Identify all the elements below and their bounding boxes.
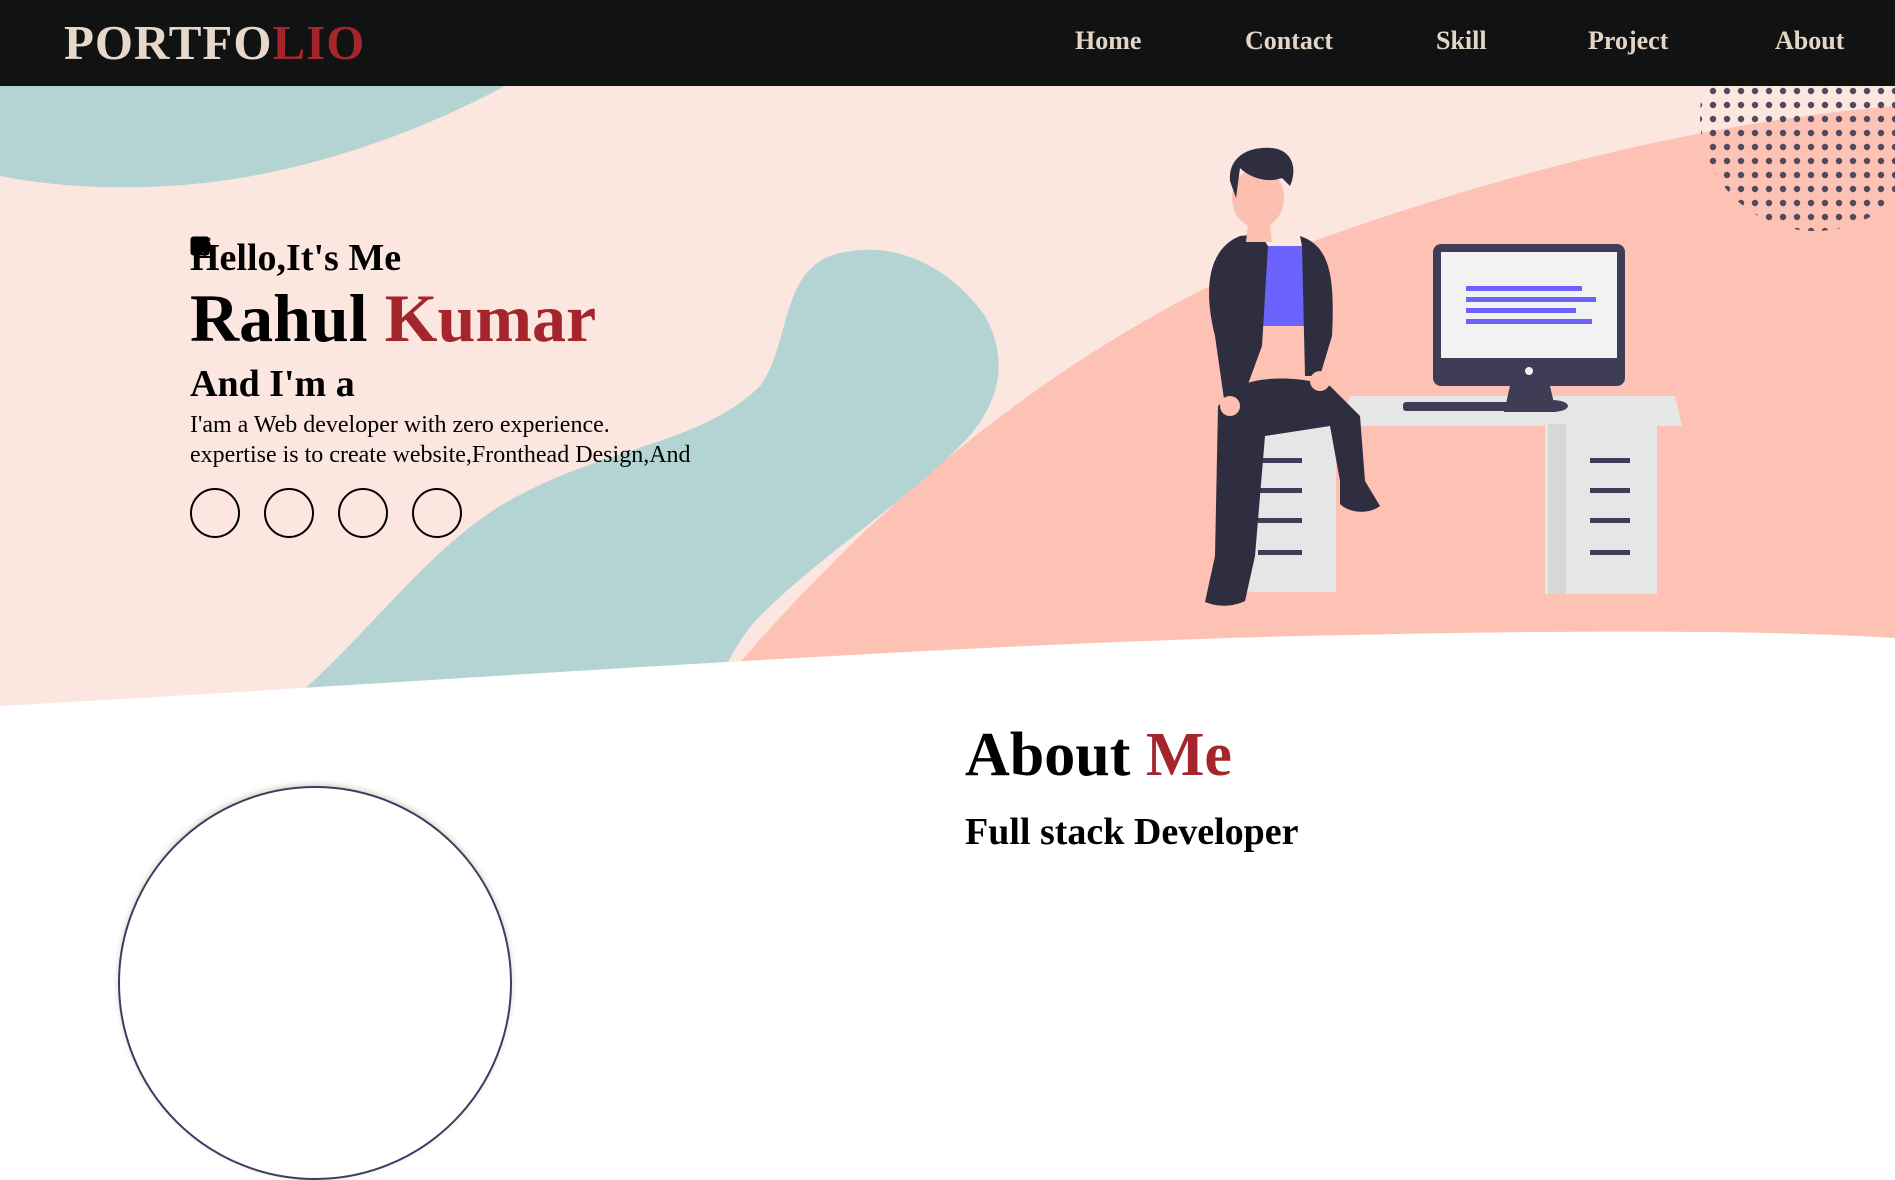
twitter-button[interactable] [190,237,314,538]
about-subtitle: Full stack Developer [965,811,1299,853]
about-title-accent: Me [1145,721,1232,789]
logo-accent-text: LIO [272,15,366,70]
hero-description-line2: expertise is to create website,Fronthead… [190,442,691,468]
nav-home[interactable]: Home [1075,26,1141,56]
github-button[interactable] [190,236,462,538]
nav-project[interactable]: Project [1588,26,1668,56]
hero-section: Hello,It's Me Rahul Kumar And I'm a I'am… [0,86,1895,710]
social-links [190,236,750,538]
logo[interactable]: PORTFOLIO [64,14,365,71]
profile-image-frame [118,786,512,1180]
github-icon [190,236,212,257]
hero-first-name: Rahul [190,280,368,356]
hero-description: I'am a Web developer with zero experienc… [190,410,750,470]
nav-contact[interactable]: Contact [1245,26,1333,56]
nav-about[interactable]: About [1775,26,1844,56]
logo-text: PORTFO [64,15,273,70]
nav-skill[interactable]: Skill [1436,26,1487,56]
instagram-button[interactable] [190,237,240,538]
hero-greeting: Hello,It's Me [190,237,402,279]
navbar: PORTFOLIO Home Contact Skill Project Abo… [0,0,1895,86]
about-title-main: About [965,721,1131,789]
hero-description-line1: I'am a Web developer with zero experienc… [190,412,610,438]
about-title: About Me [965,720,1232,791]
hero-role: And I'm a [190,363,355,405]
hero-name: Rahul Kumar [190,284,750,352]
hero-intro: Hello,It's Me Rahul Kumar And I'm a I'am… [190,236,750,538]
linkedin-button[interactable] [190,236,388,538]
hero-last-name: Kumar [384,280,597,356]
